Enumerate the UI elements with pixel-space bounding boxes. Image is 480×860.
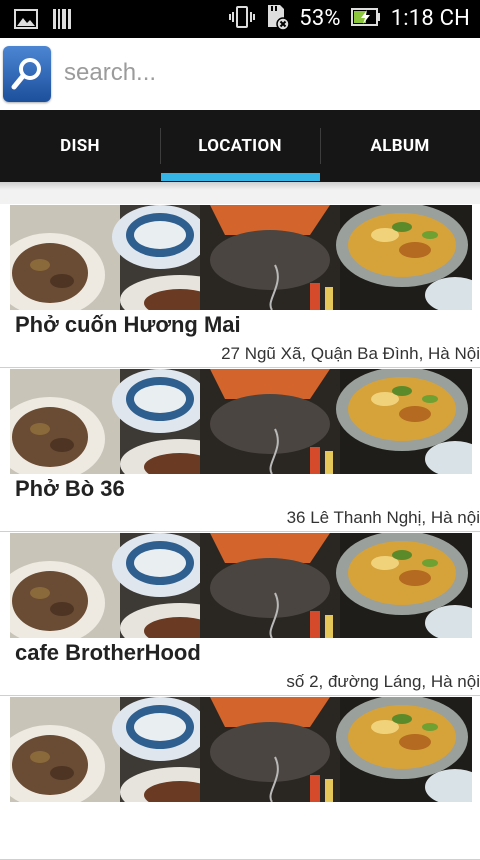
location-card[interactable] <box>0 696 480 860</box>
tab-shadow <box>0 182 480 190</box>
location-list[interactable]: Phở cuốn Hương Mai 27 Ngũ Xã, Quận Ba Đìn… <box>0 204 480 860</box>
location-card[interactable]: cafe BrotherHood số 2, đường Láng, Hà nội <box>0 532 480 696</box>
food-photo <box>10 205 472 310</box>
battery-percent: 53% <box>299 6 341 31</box>
food-photo <box>10 697 472 802</box>
search-button[interactable] <box>3 46 51 102</box>
location-photo <box>10 533 472 638</box>
battery-charging-icon <box>350 7 381 31</box>
clock: 1:18 CH <box>390 6 470 31</box>
barcode-icon <box>52 8 72 34</box>
location-name: Phở Bò 36 <box>15 476 125 501</box>
tab-album[interactable]: ALBUM <box>320 110 480 182</box>
sd-card-error-icon <box>265 4 290 34</box>
location-card[interactable]: Phở Bò 36 36 Lê Thanh Nghị, Hà nội <box>0 368 480 532</box>
food-photo <box>10 369 472 474</box>
tab-dish[interactable]: DISH <box>0 110 160 182</box>
search-input[interactable] <box>62 52 466 94</box>
location-photo <box>10 205 472 310</box>
status-bar: 53% 1:18 CH <box>0 0 480 38</box>
selected-tab-indicator <box>161 173 320 181</box>
location-name: Phở cuốn Hương Mai <box>15 312 241 337</box>
image-icon <box>14 8 38 34</box>
location-photo <box>10 697 472 802</box>
food-photo <box>10 533 472 638</box>
location-address: 27 Ngũ Xã, Quận Ba Đình, Hà Nội <box>221 344 480 363</box>
tab-bar: DISH LOCATION ALBUM <box>0 110 480 182</box>
vibrate-icon <box>229 5 256 33</box>
search-bar <box>0 38 480 110</box>
tab-location[interactable]: LOCATION <box>160 110 320 182</box>
location-address: 36 Lê Thanh Nghị, Hà nội <box>286 508 480 527</box>
location-name: cafe BrotherHood <box>15 640 201 665</box>
location-address: số 2, đường Láng, Hà nội <box>286 672 480 691</box>
search-icon <box>11 58 41 90</box>
location-card[interactable]: Phở cuốn Hương Mai 27 Ngũ Xã, Quận Ba Đìn… <box>0 204 480 368</box>
location-photo <box>10 369 472 474</box>
